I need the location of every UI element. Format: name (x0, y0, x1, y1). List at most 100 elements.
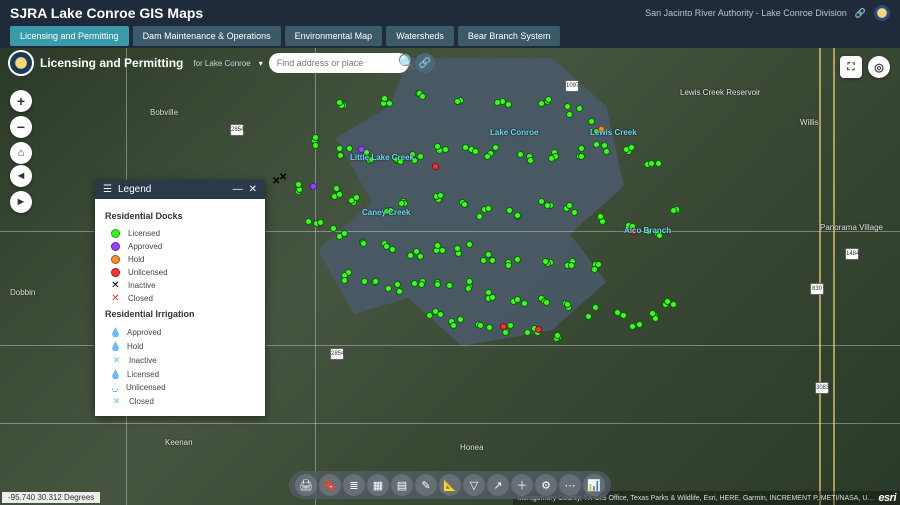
dock-marker[interactable] (571, 209, 578, 216)
print-button[interactable]: 🖨 (295, 474, 317, 496)
dock-marker[interactable] (305, 218, 312, 225)
share-button[interactable]: ↗ (487, 474, 509, 496)
dock-marker[interactable] (578, 145, 585, 152)
dock-marker[interactable] (312, 134, 319, 141)
dock-marker[interactable] (524, 329, 531, 336)
filter-button[interactable]: ▽ (463, 474, 485, 496)
dock-marker[interactable] (614, 309, 621, 316)
dock-marker[interactable] (411, 280, 418, 287)
dock-marker[interactable] (628, 144, 635, 151)
dock-marker[interactable] (505, 101, 512, 108)
dock-marker[interactable] (485, 205, 492, 212)
dock-marker[interactable] (603, 148, 610, 155)
dock-marker[interactable] (576, 105, 583, 112)
dock-marker[interactable] (517, 151, 524, 158)
dock-marker[interactable] (434, 242, 441, 249)
dock-marker[interactable] (544, 202, 551, 209)
legend-header[interactable]: ☰ Legend — ✕ (95, 180, 265, 199)
close-icon[interactable]: ✕ (249, 184, 257, 195)
dock-marker[interactable] (548, 155, 555, 162)
dock-marker[interactable] (538, 100, 545, 107)
dock-marker[interactable] (568, 262, 575, 269)
dock-marker[interactable] (466, 278, 473, 285)
dock-marker[interactable] (442, 146, 449, 153)
dock-marker[interactable] (502, 329, 509, 336)
next-extent-button[interactable]: ► (10, 191, 32, 213)
dock-marker[interactable] (312, 142, 319, 149)
dock-marker[interactable] (341, 230, 348, 237)
add-button[interactable]: ＋ (511, 474, 533, 496)
link-icon[interactable]: 🔗 (855, 8, 866, 19)
bookmark-button[interactable]: 🔖 (319, 474, 341, 496)
dock-marker[interactable] (341, 277, 348, 284)
dock-marker[interactable] (413, 248, 420, 255)
dock-marker[interactable] (437, 311, 444, 318)
dock-marker[interactable] (317, 219, 324, 226)
edit-button[interactable]: ✎ (415, 474, 437, 496)
dock-marker[interactable] (476, 213, 483, 220)
dock-marker[interactable] (507, 322, 514, 329)
dock-marker[interactable] (664, 298, 671, 305)
dock-marker-red[interactable] (500, 323, 507, 330)
dock-marker[interactable] (480, 257, 487, 264)
dock-marker[interactable] (655, 160, 662, 167)
tab-licensing-and-permitting[interactable]: Licensing and Permitting (10, 26, 129, 46)
dock-marker-inactive[interactable]: ✕ (279, 172, 287, 183)
dock-marker[interactable] (566, 202, 573, 209)
dock-marker[interactable] (564, 103, 571, 110)
dock-marker[interactable] (506, 207, 513, 214)
dock-marker[interactable] (505, 262, 512, 269)
dock-marker[interactable] (437, 192, 444, 199)
dock-marker[interactable] (465, 285, 472, 292)
tab-bear-branch-system[interactable]: Bear Branch System (458, 26, 561, 46)
home-button[interactable]: ⌂ (10, 142, 32, 164)
dock-marker-red[interactable] (535, 326, 542, 333)
dock-marker-red[interactable] (432, 163, 439, 170)
dock-marker[interactable] (670, 301, 677, 308)
dock-marker[interactable] (461, 201, 468, 208)
search-box[interactable]: 🔍 (269, 53, 409, 73)
dock-marker[interactable] (419, 93, 426, 100)
dock-marker[interactable] (620, 312, 627, 319)
dock-marker-purple[interactable] (310, 183, 317, 190)
dock-marker[interactable] (542, 258, 549, 265)
dock-marker[interactable] (485, 251, 492, 258)
zoom-out-button[interactable]: − (10, 116, 32, 138)
dock-marker[interactable] (454, 98, 461, 105)
dock-marker[interactable] (450, 322, 457, 329)
search-input[interactable] (277, 58, 394, 68)
dock-marker[interactable] (336, 191, 343, 198)
dock-marker[interactable] (439, 247, 446, 254)
dock-marker[interactable] (434, 281, 441, 288)
link-button[interactable]: 🔗 (415, 53, 435, 73)
dock-marker[interactable] (554, 332, 561, 339)
dock-marker[interactable] (330, 225, 337, 232)
dock-marker[interactable] (446, 282, 453, 289)
dock-marker[interactable] (346, 145, 353, 152)
locate-button[interactable]: ◎ (868, 56, 890, 78)
dock-marker[interactable] (578, 153, 585, 160)
basemap-button[interactable]: ▦ (367, 474, 389, 496)
dock-marker[interactable] (486, 324, 493, 331)
fullscreen-button[interactable]: ⛶ (840, 56, 862, 78)
dock-marker[interactable] (454, 245, 461, 252)
dock-marker[interactable] (521, 300, 528, 307)
dock-marker[interactable] (595, 261, 602, 268)
dock-marker[interactable] (588, 118, 595, 125)
layers-button[interactable]: ≣ (343, 474, 365, 496)
dock-marker[interactable] (597, 213, 604, 220)
dock-marker[interactable] (372, 278, 379, 285)
tab-environmental-map[interactable]: Environmental Map (285, 26, 383, 46)
minimize-icon[interactable]: — (233, 184, 243, 195)
dock-marker[interactable] (381, 95, 388, 102)
dock-marker[interactable] (514, 212, 521, 219)
zoom-in-button[interactable]: + (10, 90, 32, 112)
settings-button[interactable]: ⚙ (535, 474, 557, 496)
dock-marker[interactable] (494, 99, 501, 106)
dock-marker[interactable] (484, 153, 491, 160)
dock-marker[interactable] (527, 157, 534, 164)
dock-marker[interactable] (592, 304, 599, 311)
dock-marker[interactable] (337, 152, 344, 159)
dock-marker-purple[interactable] (358, 146, 365, 153)
dock-marker[interactable] (472, 148, 479, 155)
